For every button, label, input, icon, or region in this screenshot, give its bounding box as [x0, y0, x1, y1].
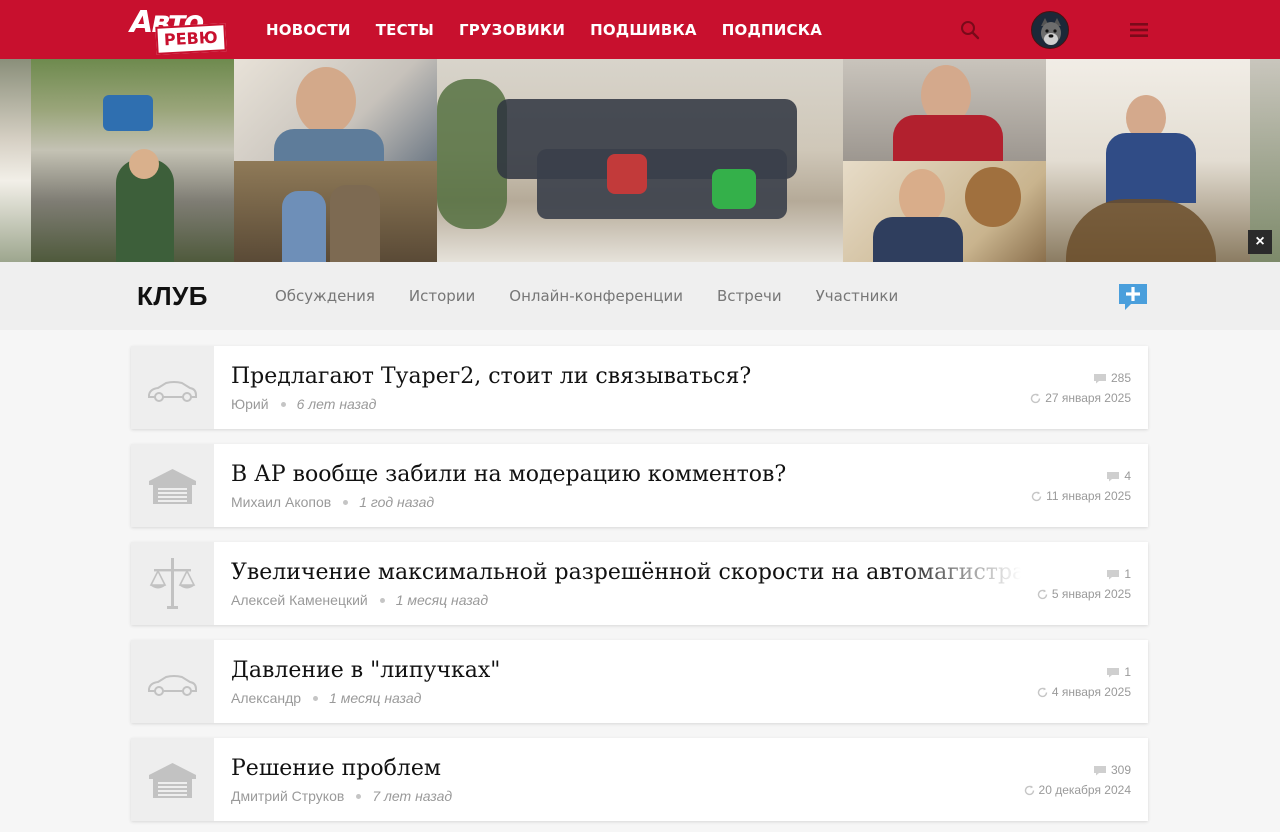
banner-photo-conversation: [843, 161, 1046, 262]
comment-icon: [1107, 569, 1120, 579]
garage-icon: [149, 763, 196, 798]
nav-trucks[interactable]: ГРУЗОВИКИ: [459, 21, 565, 39]
topic-title[interactable]: Давление в "липучках": [231, 656, 1021, 686]
tab-discussions[interactable]: Обсуждения: [275, 284, 375, 308]
topic-stats: 1 4 января 2025: [1037, 662, 1131, 702]
comment-icon: [1093, 765, 1106, 775]
logo-bottom-text: РЕВЮ: [155, 23, 227, 55]
topic-meta: Алексей Каменецкий 1 месяц назад: [231, 591, 488, 609]
topic-title[interactable]: Предлагают Туарег2, стоит ли связываться…: [231, 362, 1021, 392]
tab-meetings[interactable]: Встречи: [717, 284, 782, 308]
topic-age: 6 лет назад: [296, 396, 377, 412]
topic-author[interactable]: Дмитрий Струков: [231, 787, 344, 805]
comment-count: 1: [1037, 662, 1131, 682]
separator-dot: [356, 793, 362, 799]
tab-members[interactable]: Участники: [816, 284, 899, 308]
law-scales-icon: [149, 558, 196, 609]
banner-photo-offroad: [31, 59, 234, 262]
topic-author[interactable]: Алексей Каменецкий: [231, 591, 368, 609]
banner-photo-vintage-car: [1046, 59, 1250, 262]
menu-icon[interactable]: [1130, 21, 1148, 39]
topic-title[interactable]: В АР вообще забили на модерацию комменто…: [231, 460, 1021, 490]
club-title: КЛУБ: [137, 281, 208, 311]
topic-card[interactable]: Предлагают Туарег2, стоит ли связываться…: [131, 346, 1148, 429]
topic-author[interactable]: Юрий: [231, 395, 269, 413]
topic-thumb: [131, 738, 214, 821]
comment-count: 309: [1024, 760, 1131, 780]
last-update: 11 января 2025: [1031, 486, 1131, 506]
banner-photo-club-meeting: [437, 59, 843, 262]
site-logo[interactable]: Авто РЕВЮ: [130, 5, 230, 55]
banner-photo-group: [234, 161, 437, 262]
comment-count: 1: [1037, 564, 1131, 584]
banner-photo-smiling: [843, 59, 1046, 161]
topic-stats: 1 5 января 2025: [1037, 564, 1131, 604]
topic-meta: Александр 1 месяц назад: [231, 689, 421, 707]
topic-thumb: [131, 346, 214, 429]
separator-dot: [379, 597, 385, 603]
banner-photo-portrait: [234, 59, 437, 161]
tab-online-conferences[interactable]: Онлайн-конференции: [509, 284, 683, 308]
refresh-icon: [1037, 687, 1048, 697]
topic-author[interactable]: Михаил Акопов: [231, 493, 331, 511]
topic-stats: 4 11 января 2025: [1031, 466, 1131, 506]
refresh-icon: [1024, 785, 1034, 795]
topic-age: 1 год назад: [359, 494, 435, 510]
topic-card[interactable]: Решение проблем Дмитрий Струков 7 лет на…: [131, 738, 1148, 821]
topic-title[interactable]: Решение проблем: [231, 754, 1021, 784]
comment-icon: [1093, 373, 1106, 383]
avatar[interactable]: [1031, 11, 1069, 49]
search-icon[interactable]: [960, 20, 980, 40]
last-update: 5 января 2025: [1037, 584, 1131, 604]
add-discussion-icon[interactable]: [1117, 282, 1149, 312]
comment-icon: [1107, 471, 1120, 481]
nav-tests[interactable]: ТЕСТЫ: [376, 21, 434, 39]
car-icon: [148, 675, 197, 696]
comment-count: 285: [1030, 368, 1131, 388]
separator-dot: [343, 499, 349, 505]
topic-thumb: [131, 542, 214, 625]
topic-meta: Юрий 6 лет назад: [231, 395, 376, 413]
refresh-icon: [1031, 491, 1042, 501]
topic-age: 1 месяц назад: [395, 592, 489, 608]
garage-icon: [149, 469, 196, 504]
topic-card[interactable]: Давление в "липучках" Александр 1 месяц …: [131, 640, 1148, 723]
club-tabs: Обсуждения Истории Онлайн-конференции Вс…: [275, 284, 932, 308]
topic-title[interactable]: Увеличение максимальной разрешённой скор…: [231, 558, 1021, 588]
last-update: 4 января 2025: [1037, 682, 1131, 702]
refresh-icon: [1031, 393, 1041, 403]
comment-icon: [1107, 667, 1120, 677]
avatar-dog-icon: [1032, 12, 1068, 48]
refresh-icon: [1037, 589, 1048, 599]
topic-card[interactable]: Увеличение максимальной разрешённой скор…: [131, 542, 1148, 625]
topic-thumb: [131, 640, 214, 723]
last-update: 27 января 2025: [1030, 388, 1131, 408]
close-banner-button[interactable]: ×: [1248, 230, 1272, 254]
topic-stats: 309 20 декабря 2024: [1024, 760, 1131, 800]
main-nav: НОВОСТИ ТЕСТЫ ГРУЗОВИКИ ПОДШИВКА ПОДПИСК…: [266, 0, 847, 59]
topic-stats: 285 27 января 2025: [1030, 368, 1131, 408]
nav-news[interactable]: НОВОСТИ: [266, 21, 351, 39]
nav-subscription[interactable]: ПОДПИСКА: [722, 21, 822, 39]
topic-thumb: [131, 444, 214, 527]
topic-author[interactable]: Александр: [231, 689, 301, 707]
topic-card[interactable]: В АР вообще забили на модерацию комменто…: [131, 444, 1148, 527]
banner-photo: [0, 59, 31, 262]
topic-meta: Михаил Акопов 1 год назад: [231, 493, 434, 511]
topic-age: 1 месяц назад: [329, 690, 422, 706]
separator-dot: [313, 695, 319, 701]
car-icon: [148, 381, 197, 402]
nav-archive[interactable]: ПОДШИВКА: [590, 21, 697, 39]
separator-dot: [280, 401, 286, 407]
topic-age: 7 лет назад: [372, 788, 453, 804]
top-navbar: Авто РЕВЮ НОВОСТИ ТЕСТЫ ГРУЗОВИКИ ПОДШИВ…: [0, 0, 1280, 59]
last-update: 20 декабря 2024: [1024, 780, 1131, 800]
comment-count: 4: [1031, 466, 1131, 486]
tab-stories[interactable]: Истории: [409, 284, 475, 308]
club-photo-banner: [0, 59, 1280, 262]
topic-meta: Дмитрий Струков 7 лет назад: [231, 787, 452, 805]
